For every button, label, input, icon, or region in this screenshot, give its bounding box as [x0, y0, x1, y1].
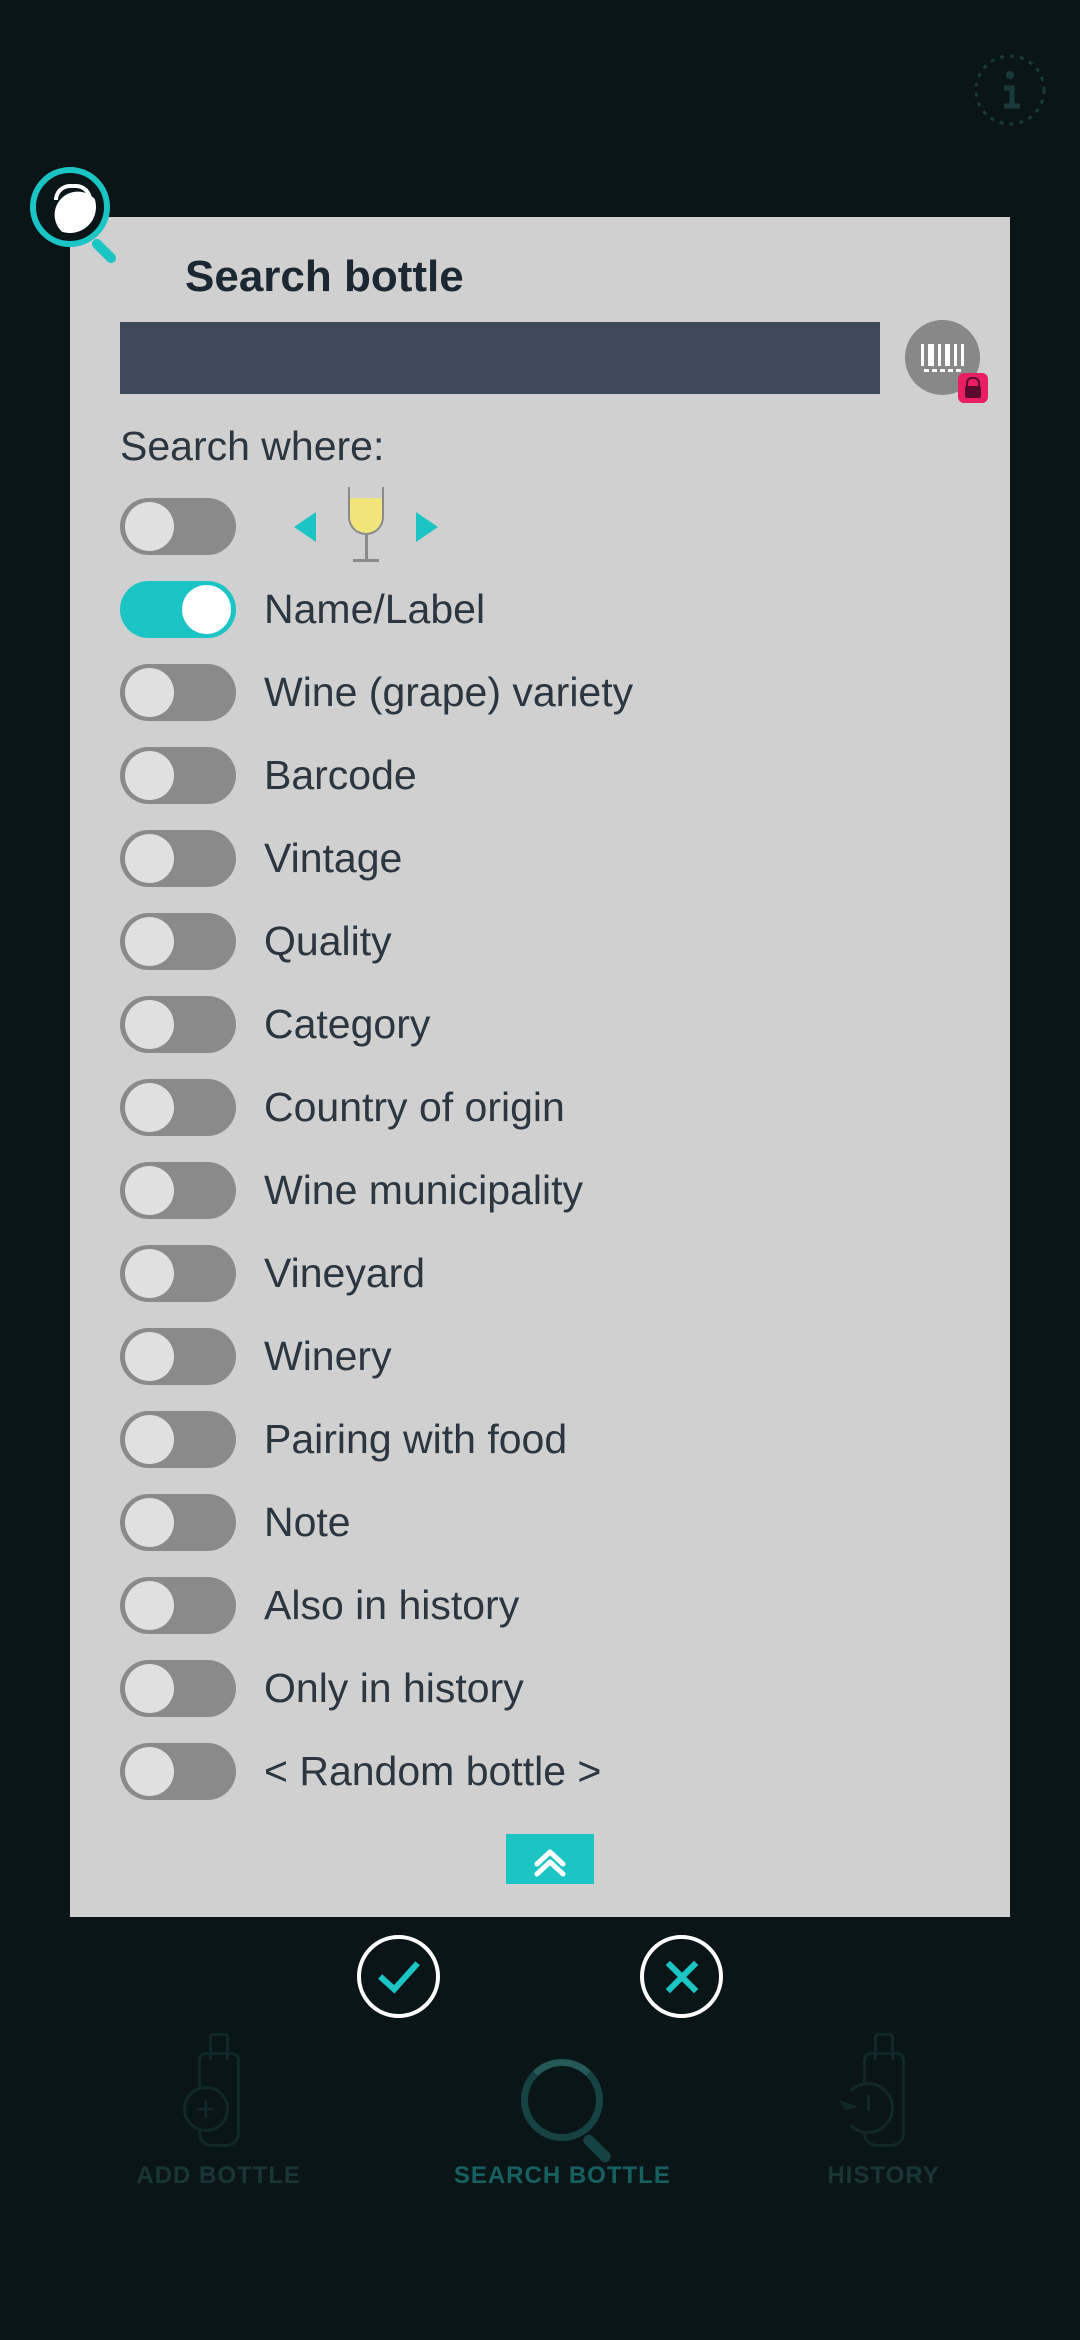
wine-next-button[interactable] — [416, 512, 438, 542]
toggle-row: Country of origin — [120, 1069, 980, 1146]
confirm-button[interactable] — [357, 1935, 440, 2018]
toggle-row: Pairing with food — [120, 1401, 980, 1478]
nav-label: SEARCH BOTTLE — [454, 2162, 671, 2190]
toggle-label: Vineyard — [264, 1250, 425, 1297]
lock-icon — [958, 373, 988, 403]
toggle-label: Wine municipality — [264, 1167, 583, 1214]
toggle-switch[interactable] — [120, 1660, 236, 1717]
wine-type-selector — [294, 487, 438, 567]
nav-add-bottle[interactable]: + ADD BOTTLE — [136, 2047, 301, 2190]
toggle-row: Wine (grape) variety — [120, 654, 980, 731]
toggle-label: Winery — [264, 1333, 392, 1380]
toggle-label: Name/Label — [264, 586, 485, 633]
plus-icon: + — [183, 2086, 229, 2132]
search-icon — [521, 2059, 603, 2141]
toggle-switch[interactable] — [120, 1328, 236, 1385]
bottom-nav: + ADD BOTTLE SEARCH BOTTLE HISTORY — [0, 2047, 1080, 2190]
check-icon — [378, 1950, 420, 1993]
toggle-row: Note — [120, 1484, 980, 1561]
toggle-switch[interactable] — [120, 581, 236, 638]
toggle-switch[interactable] — [120, 1577, 236, 1634]
wine-glass-icon — [346, 487, 386, 567]
toggle-label: Only in history — [264, 1665, 524, 1712]
toggle-label: Note — [264, 1499, 351, 1546]
toggle-row — [120, 488, 980, 565]
collapse-button[interactable] — [506, 1834, 594, 1884]
toggle-row: Also in history — [120, 1567, 980, 1644]
toggle-switch[interactable] — [120, 996, 236, 1053]
toggle-label: Wine (grape) variety — [264, 669, 633, 716]
toggle-label: Pairing with food — [264, 1416, 567, 1463]
toggle-switch[interactable] — [120, 498, 236, 555]
toggle-row: Category — [120, 986, 980, 1063]
toggle-row: Vineyard — [120, 1235, 980, 1312]
history-icon — [842, 2082, 894, 2134]
action-row — [0, 1935, 1080, 2018]
section-label: Search where: — [120, 423, 980, 470]
info-icon[interactable] — [970, 50, 1050, 130]
toggle-row: Winery — [120, 1318, 980, 1395]
close-icon — [662, 1957, 702, 1997]
toggle-row: < Random bottle > — [120, 1733, 980, 1810]
toggle-switch[interactable] — [120, 1494, 236, 1551]
search-icon — [30, 167, 125, 262]
toggle-row: Vintage — [120, 820, 980, 897]
nav-label: HISTORY — [827, 2162, 939, 2190]
toggle-switch[interactable] — [120, 664, 236, 721]
toggle-row: Wine municipality — [120, 1152, 980, 1229]
toggle-row: Only in history — [120, 1650, 980, 1727]
toggle-switch[interactable] — [120, 830, 236, 887]
nav-search-bottle[interactable]: SEARCH BOTTLE — [454, 2047, 671, 2190]
toggle-label: Quality — [264, 918, 392, 965]
cancel-button[interactable] — [640, 1935, 723, 2018]
toggle-switch[interactable] — [120, 1743, 236, 1800]
toggle-label: Barcode — [264, 752, 417, 799]
toggle-switch[interactable] — [120, 1162, 236, 1219]
barcode-scan-button[interactable] — [905, 320, 980, 395]
nav-history[interactable]: HISTORY — [824, 2047, 944, 2190]
toggle-row: Quality — [120, 903, 980, 980]
toggle-switch[interactable] — [120, 747, 236, 804]
search-bottle-modal: Search bottle Search where: Name/Label Wi… — [70, 217, 1010, 1917]
toggle-switch[interactable] — [120, 1245, 236, 1302]
toggle-row: Name/Label — [120, 571, 980, 648]
search-input[interactable] — [120, 322, 880, 394]
toggle-label: Country of origin — [264, 1084, 565, 1131]
toggle-label: < Random bottle > — [264, 1748, 601, 1795]
toggle-label: Category — [264, 1001, 430, 1048]
toggle-switch[interactable] — [120, 913, 236, 970]
toggle-label: Also in history — [264, 1582, 519, 1629]
toggle-switch[interactable] — [120, 1411, 236, 1468]
wine-prev-button[interactable] — [294, 512, 316, 542]
toggle-label: Vintage — [264, 835, 402, 882]
toggle-row: Barcode — [120, 737, 980, 814]
modal-title: Search bottle — [185, 252, 980, 302]
toggle-switch[interactable] — [120, 1079, 236, 1136]
nav-label: ADD BOTTLE — [136, 2162, 301, 2190]
